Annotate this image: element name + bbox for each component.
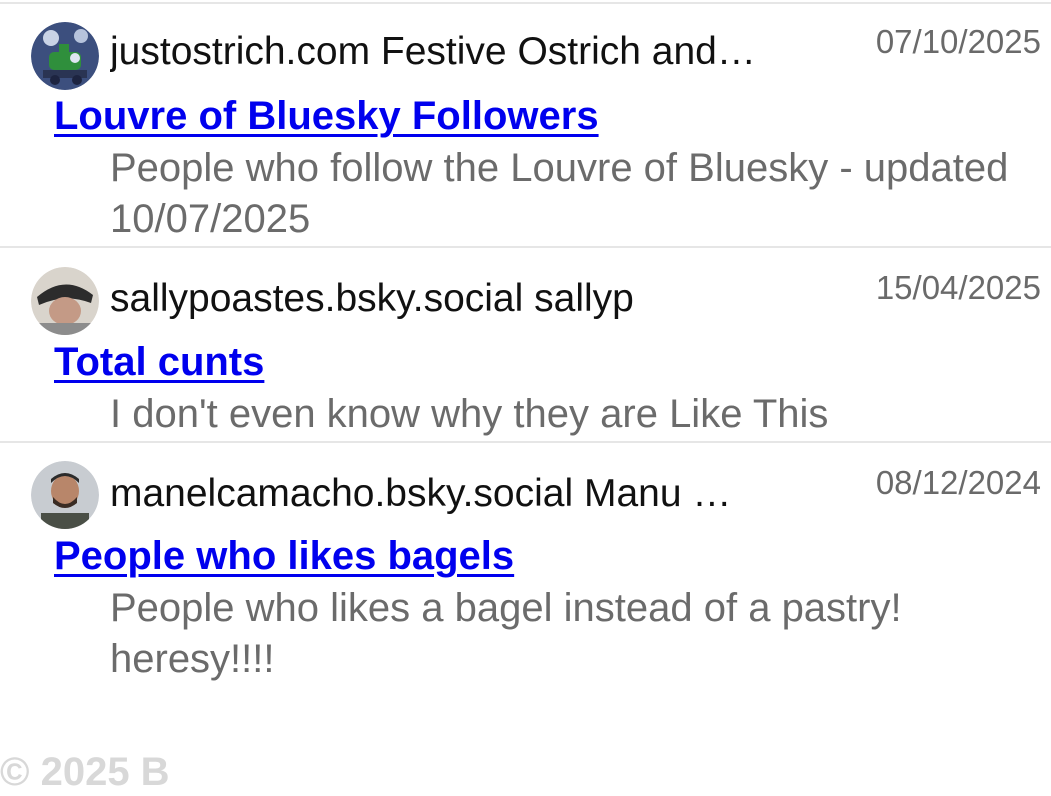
- item-date: 07/10/2025: [875, 23, 1041, 60]
- footer-copyright: © 2025 B: [0, 750, 170, 794]
- avatar-justostrich[interactable]: [31, 22, 99, 90]
- author-handle: manelcamacho.bsky.social Manu …: [110, 472, 732, 515]
- person-cap-avatar-icon: [31, 267, 99, 335]
- avatar-manelcamacho[interactable]: [31, 461, 99, 529]
- list-title-link[interactable]: Total cunts: [54, 338, 264, 386]
- author-handle: justostrich.com Festive Ostrich and…: [110, 30, 756, 73]
- avatar-sallypoastes[interactable]: [31, 267, 99, 335]
- list-title-link[interactable]: People who likes bagels: [54, 532, 514, 580]
- list-title-link[interactable]: Louvre of Bluesky Followers: [54, 92, 599, 140]
- item-date: 15/04/2025: [875, 269, 1041, 306]
- list-description: People who follow the Louvre of Bluesky …: [110, 146, 1009, 241]
- top-divider: [0, 2, 1051, 4]
- item-divider: [0, 246, 1051, 248]
- list-description: I don't even know why they are Like This: [110, 392, 829, 436]
- ostrich-avatar-icon: [31, 22, 99, 90]
- item-divider: [0, 441, 1051, 443]
- item-date: 08/12/2024: [875, 464, 1041, 501]
- person-avatar-icon: [31, 461, 99, 529]
- list-description: People who likes a bagel instead of a pa…: [110, 586, 902, 681]
- author-handle: sallypoastes.bsky.social sallyp: [110, 277, 634, 320]
